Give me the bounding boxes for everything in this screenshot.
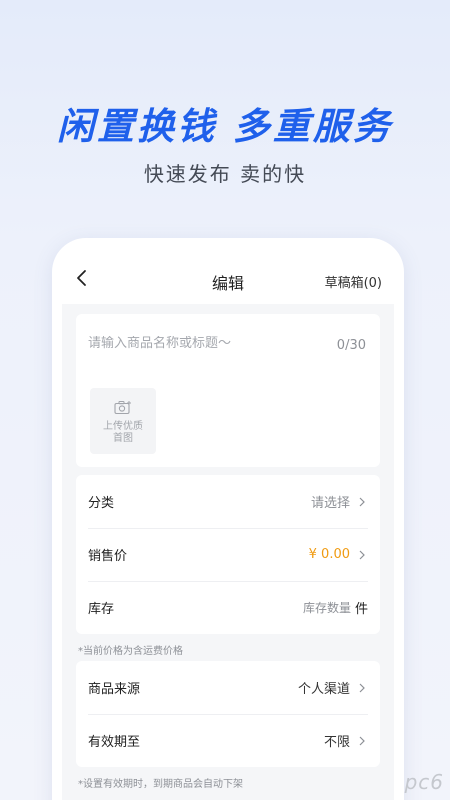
source-row[interactable]: 商品来源 个人渠道 (76, 661, 380, 714)
source-value: 个人渠道 (297, 682, 350, 697)
validity-row[interactable]: 有效期至 不限 (76, 714, 380, 767)
extra-info-group: 商品来源 个人渠道 有效期至 不限 (76, 661, 380, 767)
validity-value: 不限 (323, 735, 350, 750)
source-label: 商品来源 (88, 682, 141, 697)
draft-box-button[interactable]: 草稿箱(0) (325, 272, 382, 291)
char-counter: 0/30 (336, 338, 366, 353)
slogan: 闲置换钱 多重服务 (57, 105, 393, 148)
phone-mockup: 编辑 草稿箱(0) 0/30 上传优质 首图 分类 请选择 (52, 238, 404, 800)
stock-unit: 件 (354, 602, 368, 617)
price-row[interactable]: 销售价 ¥ 0.00 (76, 528, 380, 581)
upload-cover-button[interactable]: 上传优质 首图 (90, 388, 156, 454)
price-note: *当前价格为含运费价格 (78, 646, 183, 657)
title-input[interactable] (88, 336, 318, 351)
chevron-right-icon (359, 683, 365, 692)
basic-info-group: 分类 请选择 销售价 ¥ 0.00 库存 件 (76, 475, 380, 634)
stock-input[interactable] (294, 600, 351, 615)
category-row[interactable]: 分类 请选择 (76, 475, 380, 528)
watermark-logo: pc6 (404, 770, 444, 794)
camera-icon (114, 401, 131, 415)
hero-banner: 闲置换钱 多重服务 快速发布 卖的快 (0, 0, 450, 230)
stock-label: 库存 (88, 602, 115, 617)
upload-cover-label: 上传优质 首图 (103, 421, 143, 444)
nav-bar: 编辑 草稿箱(0) (52, 238, 404, 308)
chevron-right-icon (359, 497, 365, 506)
category-value: 请选择 (310, 496, 350, 511)
price-label: 销售价 (88, 549, 128, 564)
stock-row: 库存 件 (76, 581, 380, 634)
category-label: 分类 (88, 496, 115, 511)
chevron-right-icon (359, 550, 365, 559)
title-card: 0/30 上传优质 首图 (76, 314, 380, 467)
sub-slogan: 快速发布 卖的快 (143, 162, 307, 186)
chevron-right-icon (359, 736, 365, 745)
validity-note: *设置有效期时，到期商品会自动下架 (78, 779, 243, 790)
price-value: ¥ 0.00 (308, 547, 350, 562)
edit-form: 0/30 上传优质 首图 分类 请选择 (62, 304, 394, 800)
validity-label: 有效期至 (88, 735, 141, 750)
